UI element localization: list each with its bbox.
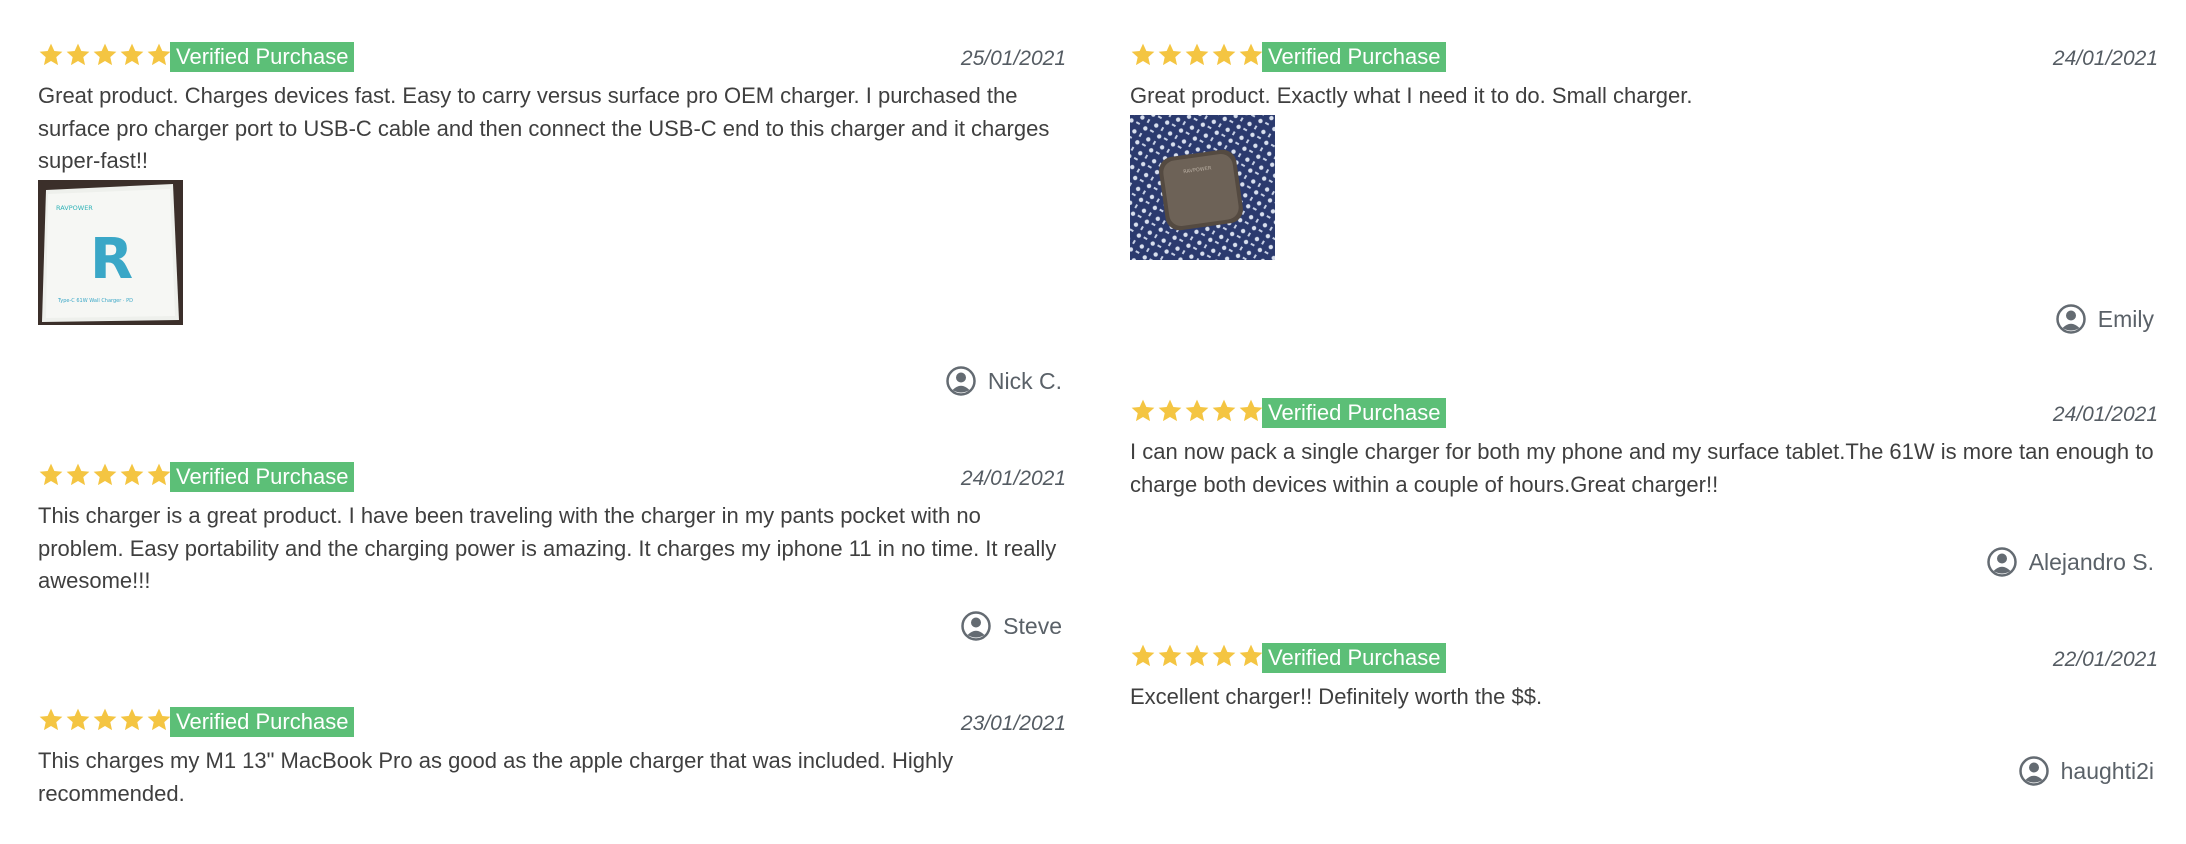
review-card: Verified Purchase 24/01/2021 This charge…	[38, 458, 1066, 658]
star-icon	[1185, 43, 1209, 66]
review-photo[interactable]: RAVPOWER	[1130, 114, 1275, 260]
star-rating	[1130, 42, 1264, 68]
user-circle-icon	[1986, 547, 2017, 577]
star-icon	[1158, 644, 1182, 667]
review-text: I can now pack a single charger for both…	[1130, 439, 2154, 497]
star-icon	[120, 463, 144, 486]
star-icon	[1158, 399, 1182, 422]
star-rating	[38, 707, 172, 733]
star-icon	[1212, 644, 1236, 667]
star-icon	[1185, 399, 1209, 422]
verified-purchase-badge: Verified Purchase	[1262, 643, 1447, 673]
verified-purchase-badge: Verified Purchase	[1262, 398, 1447, 428]
review-text: This charges my M1 13" MacBook Pro as go…	[38, 748, 954, 806]
photo-caption-text: Type-C 61W Wall Charger · PD	[57, 298, 133, 304]
review-text: This charger is a great product. I have …	[38, 503, 1057, 593]
star-icon	[39, 43, 63, 66]
review-author: Steve	[961, 611, 1062, 641]
verified-purchase-badge: Verified Purchase	[1262, 42, 1447, 72]
reviews-grid: Verified Purchase 25/01/2021 Great produ…	[0, 0, 2186, 844]
review-text: Great product. Charges devices fast. Eas…	[38, 83, 1050, 173]
star-icon	[1239, 644, 1263, 667]
review-card: Verified Purchase 25/01/2021 Great produ…	[38, 38, 1066, 413]
star-rating	[38, 462, 172, 488]
review-date: 23/01/2021	[960, 712, 1066, 735]
review-card: Verified Purchase 24/01/2021 Great produ…	[1130, 38, 2158, 338]
star-icon	[1131, 43, 1155, 66]
review-author: Nick C.	[946, 366, 1062, 396]
star-icon	[1158, 43, 1182, 66]
review-card: Verified Purchase 24/01/2021 I can now p…	[1130, 394, 2158, 594]
review-card: Verified Purchase 22/01/2021 Excellent c…	[1130, 639, 2158, 799]
review-date: 22/01/2021	[2052, 648, 2158, 671]
user-circle-icon	[946, 366, 976, 396]
star-icon	[66, 708, 90, 731]
review-author: Emily	[2056, 304, 2154, 334]
user-circle-icon	[2056, 304, 2086, 334]
review-date: 24/01/2021	[960, 467, 1066, 490]
star-icon	[1185, 644, 1209, 667]
star-icon	[1131, 644, 1155, 667]
star-icon	[93, 43, 117, 66]
photo-brand-text: RAVPOWER	[56, 204, 93, 212]
star-icon	[66, 463, 90, 486]
star-rating	[1130, 398, 1264, 424]
star-icon	[93, 708, 117, 731]
star-icon	[1212, 399, 1236, 422]
verified-purchase-badge: Verified Purchase	[170, 462, 355, 492]
verified-purchase-badge: Verified Purchase	[170, 42, 355, 72]
review-photo[interactable]: RAVPOWER R Type-C 61W Wall Charger · PD	[38, 179, 183, 325]
review-date: 24/01/2021	[2052, 403, 2158, 426]
review-date: 24/01/2021	[2052, 47, 2158, 70]
review-text: Excellent charger!! Definitely worth the…	[1130, 684, 1543, 709]
author-name: Alejandro S.	[2028, 548, 2154, 575]
review-card: Verified Purchase 23/01/2021 This charge…	[38, 703, 1066, 844]
star-icon	[1212, 43, 1236, 66]
star-icon	[120, 708, 144, 731]
star-rating	[38, 42, 172, 68]
star-icon	[120, 43, 144, 66]
user-circle-icon	[2018, 756, 2049, 786]
author-name: Emily	[2097, 305, 2154, 332]
star-icon	[66, 43, 90, 66]
author-name: Steve	[1003, 612, 1062, 639]
star-icon	[1239, 399, 1263, 422]
author-name: haughti2i	[2060, 757, 2154, 784]
photo-logo-text: R	[90, 227, 133, 292]
user-circle-icon	[961, 611, 991, 641]
review-author: haughti2i	[2018, 756, 2154, 786]
star-icon	[39, 463, 63, 486]
author-name: Nick C.	[987, 367, 1062, 394]
star-icon	[1239, 43, 1263, 66]
review-text: Great product. Exactly what I need it to…	[1130, 83, 1693, 108]
star-icon	[39, 708, 63, 731]
star-icon	[147, 708, 171, 731]
star-icon	[1131, 399, 1155, 422]
star-rating	[1130, 643, 1264, 669]
star-icon	[147, 43, 171, 66]
review-author: Alejandro S.	[1986, 547, 2154, 577]
star-icon	[147, 463, 171, 486]
star-icon	[93, 463, 117, 486]
verified-purchase-badge: Verified Purchase	[170, 707, 355, 737]
review-date: 25/01/2021	[960, 47, 1066, 70]
